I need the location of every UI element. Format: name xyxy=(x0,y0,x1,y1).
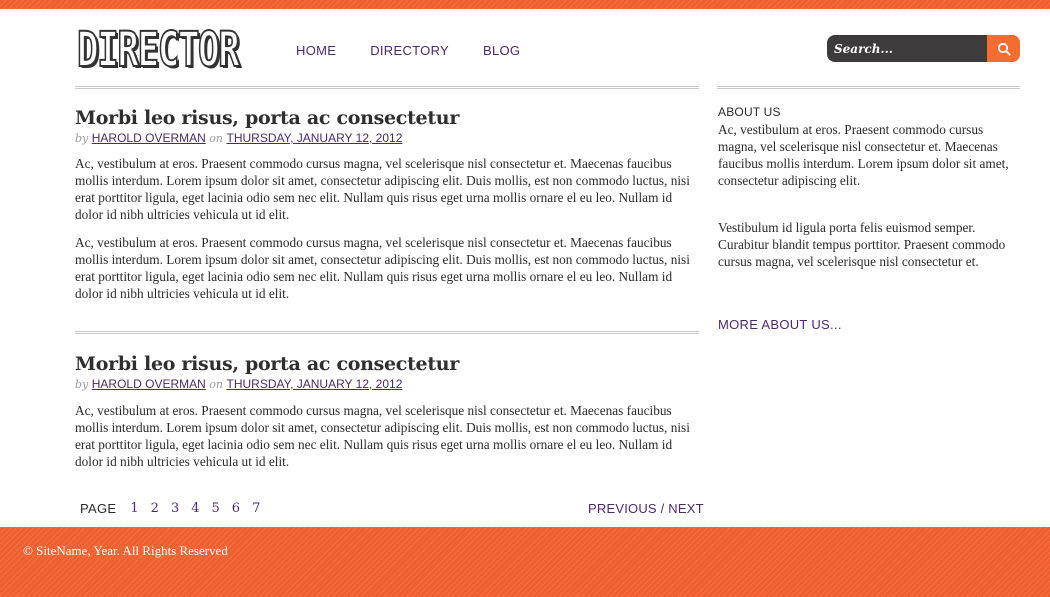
author-link[interactable]: HAROLD OVERMAN xyxy=(92,377,206,391)
copyright-text: © SiteName, Year. All Rights Reserved xyxy=(23,543,228,558)
next-link[interactable]: NEXT xyxy=(668,501,703,516)
post-divider xyxy=(75,331,699,334)
page-link-5[interactable]: 5 xyxy=(212,501,220,516)
nav-item-directory[interactable]: DIRECTORY xyxy=(370,43,449,58)
nav-item-blog[interactable]: BLOG xyxy=(483,43,520,58)
search-input[interactable] xyxy=(827,35,987,62)
search-icon xyxy=(997,42,1011,56)
post-title[interactable]: Morbi leo risus, porta ac consectetur xyxy=(75,353,459,375)
pagination-label: PAGE xyxy=(80,501,117,516)
sidebar-paragraph: Vestibulum id ligula porta felis euismod… xyxy=(718,220,1006,269)
by-label: by xyxy=(75,378,89,391)
page-link-3[interactable]: 3 xyxy=(171,501,179,516)
page-link-1[interactable]: 1 xyxy=(130,501,138,516)
main-nav: HOME DIRECTORY BLOG xyxy=(296,43,554,58)
page-link-2[interactable]: 2 xyxy=(151,501,159,516)
post-byline: by HAROLD OVERMAN on THURSDAY, JANUARY 1… xyxy=(75,131,402,145)
post-paragraph: Ac, vestibulum at eros. Praesent commodo… xyxy=(75,235,690,301)
more-about-link[interactable]: MORE ABOUT US... xyxy=(718,317,842,332)
post-paragraph: Ac, vestibulum at eros. Praesent commodo… xyxy=(75,156,690,222)
page-link-4[interactable]: 4 xyxy=(191,501,199,516)
page-link-7[interactable]: 7 xyxy=(252,501,260,516)
logo-text: DIRECTOR xyxy=(76,22,240,78)
site-logo[interactable]: DIRECTOR xyxy=(76,25,240,75)
pagination: PAGE 1 2 3 4 5 6 7 xyxy=(80,501,272,516)
prev-next: PREVIOUS / NEXT xyxy=(588,501,704,516)
post-title[interactable]: Morbi leo risus, porta ac consectetur xyxy=(75,107,459,129)
date-link[interactable]: THURSDAY, JANUARY 12, 2012 xyxy=(227,377,403,391)
previous-link[interactable]: PREVIOUS xyxy=(588,501,657,516)
author-link[interactable]: HAROLD OVERMAN xyxy=(92,131,206,145)
post-paragraph: Ac, vestibulum at eros. Praesent commodo… xyxy=(75,403,690,469)
search-box xyxy=(827,35,1020,62)
date-link[interactable]: THURSDAY, JANUARY 12, 2012 xyxy=(227,131,403,145)
on-label: on xyxy=(209,378,224,391)
search-button[interactable] xyxy=(987,35,1020,62)
sidebar-divider-top xyxy=(717,86,1020,89)
top-accent-bar xyxy=(0,0,1050,9)
by-label: by xyxy=(75,132,89,145)
prev-next-separator: / xyxy=(660,501,665,516)
nav-item-home[interactable]: HOME xyxy=(296,43,336,58)
footer: © SiteName, Year. All Rights Reserved xyxy=(0,527,1050,597)
on-label: on xyxy=(209,132,224,145)
sidebar-heading: ABOUT US xyxy=(718,105,781,119)
content-divider-top xyxy=(75,86,699,89)
sidebar-paragraph: Ac, vestibulum at eros. Praesent commodo… xyxy=(718,122,1009,188)
post-byline: by HAROLD OVERMAN on THURSDAY, JANUARY 1… xyxy=(75,377,402,391)
page-link-6[interactable]: 6 xyxy=(232,501,240,516)
